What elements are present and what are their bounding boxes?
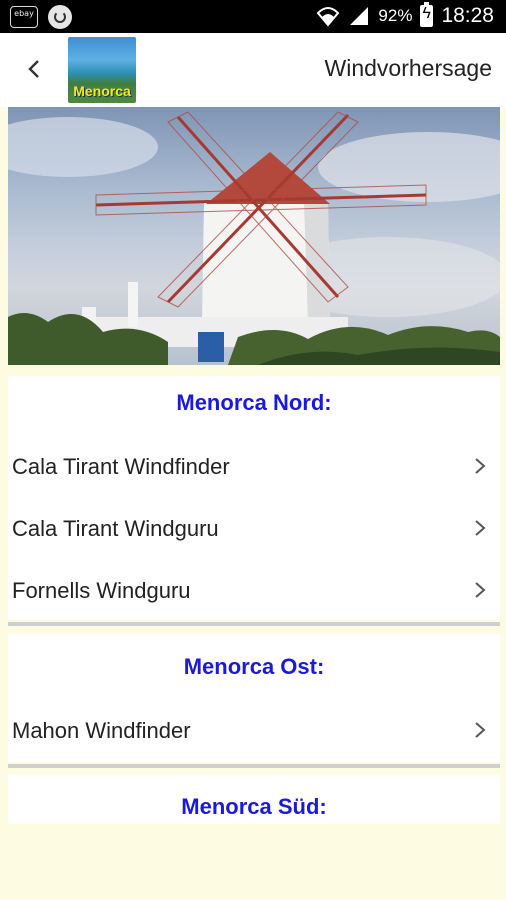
- divider: [8, 764, 500, 768]
- list-item[interactable]: Cala Tirant Windguru: [8, 500, 500, 558]
- section-menorca-ost: Menorca Ost: Mahon Windfinder: [8, 634, 500, 762]
- list-item[interactable]: Mahon Windfinder: [8, 702, 500, 760]
- list-item-label: Cala Tirant Windguru: [12, 516, 219, 541]
- chevron-left-icon: [28, 60, 39, 78]
- chevron-right-icon: [475, 722, 486, 738]
- chevron-right-icon: [475, 458, 486, 474]
- list-item-label: Fornells Windguru: [12, 578, 191, 603]
- status-bar: ebay 92% 18:28: [0, 0, 506, 33]
- list-item-label: Cala Tirant Windfinder: [12, 454, 230, 479]
- signal-icon: [350, 7, 369, 25]
- section-header: Menorca Süd:: [181, 794, 327, 819]
- section-menorca-nord: Menorca Nord: Cala Tirant Windfinder Cal…: [8, 376, 500, 620]
- windmill-image: [8, 107, 500, 365]
- section-menorca-sued: Menorca Süd:: [8, 774, 500, 824]
- divider: [8, 622, 500, 626]
- wifi-icon: [317, 7, 340, 27]
- list-item[interactable]: Fornells Windguru: [8, 562, 500, 620]
- logo-text: Menorca: [73, 83, 131, 99]
- battery-icon: [420, 2, 434, 27]
- list-item-label: Mahon Windfinder: [12, 718, 191, 743]
- sync-icon: [48, 5, 72, 29]
- section-header: Menorca Ost:: [183, 654, 325, 679]
- section-header: Menorca Nord:: [176, 390, 332, 415]
- chevron-right-icon: [475, 582, 486, 598]
- clock: 18:28: [441, 4, 494, 27]
- app-bar: Menorca Windvorhersage: [0, 33, 506, 107]
- ebay-icon: ebay: [10, 6, 38, 28]
- list-item[interactable]: Cala Tirant Windfinder: [8, 438, 500, 496]
- chevron-right-icon: [475, 520, 486, 536]
- battery-percent: 92%: [378, 6, 413, 25]
- page-title: Windvorhersage: [324, 55, 492, 81]
- back-button[interactable]: [18, 53, 50, 85]
- app-logo: Menorca: [68, 37, 136, 103]
